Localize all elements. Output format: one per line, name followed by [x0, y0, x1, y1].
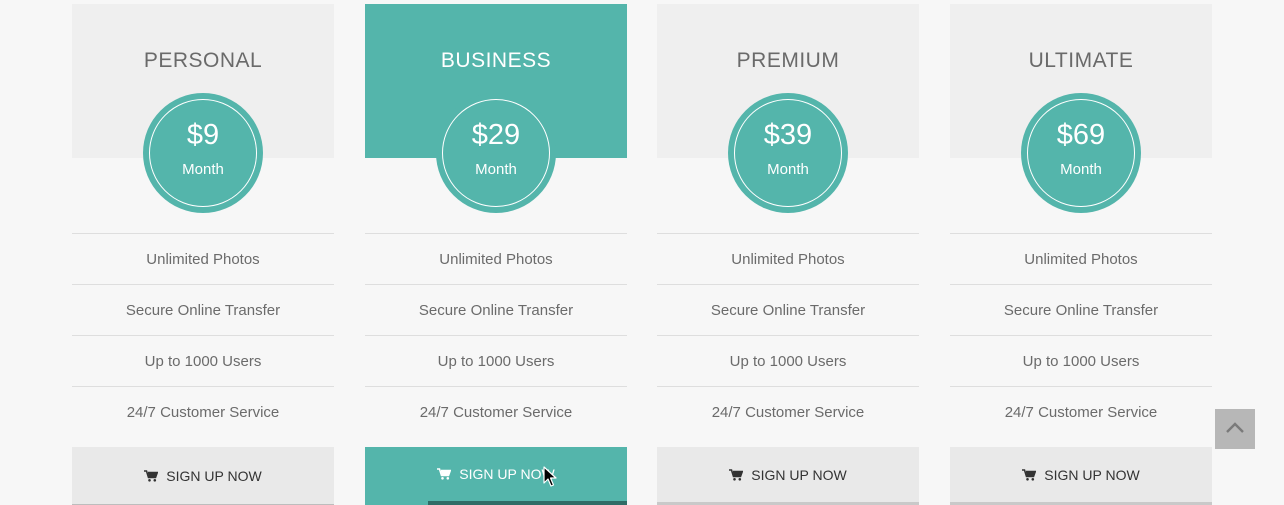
price-period: Month: [1060, 161, 1102, 178]
sign-up-button-business[interactable]: SIGN UP NOW: [365, 447, 627, 505]
price-amount: $69: [1056, 119, 1106, 151]
feature-item: Unlimited Photos: [657, 233, 919, 284]
feature-item: 24/7 Customer Service: [72, 386, 334, 437]
plan-name: BUSINESS: [440, 49, 552, 72]
scroll-to-top-button[interactable]: [1215, 409, 1255, 449]
plan-card-personal: PERSONAL $9 Month Unlimited Photos Secur…: [72, 4, 334, 505]
price-amount: $9: [186, 119, 220, 151]
feature-item: Secure Online Transfer: [950, 284, 1212, 335]
sign-up-label: SIGN UP NOW: [1044, 466, 1140, 483]
price-badge-ring: [442, 99, 550, 207]
shopping-cart-icon: [1022, 468, 1037, 481]
sign-up-button-ultimate[interactable]: SIGN UP NOW: [950, 447, 1212, 505]
plan-name: PREMIUM: [736, 49, 840, 72]
sign-up-label: SIGN UP NOW: [166, 467, 262, 484]
price-badge: $69 Month: [1021, 93, 1141, 213]
plan-name: ULTIMATE: [1028, 49, 1134, 72]
feature-item: Unlimited Photos: [365, 233, 627, 284]
price-badge-ring: [734, 99, 842, 207]
feature-item: Up to 1000 Users: [365, 335, 627, 386]
plan-name: PERSONAL: [143, 49, 263, 72]
plan-card-ultimate: ULTIMATE $69 Month Unlimited Photos Secu…: [950, 4, 1212, 505]
feature-list: Unlimited Photos Secure Online Transfer …: [950, 233, 1212, 437]
price-badge-ring: [149, 99, 257, 207]
feature-item: Secure Online Transfer: [72, 284, 334, 335]
plan-card-business: BUSINESS $29 Month Unlimited Photos Secu…: [365, 4, 627, 505]
feature-item: 24/7 Customer Service: [657, 386, 919, 437]
feature-list: Unlimited Photos Secure Online Transfer …: [657, 233, 919, 437]
feature-item: Unlimited Photos: [950, 233, 1212, 284]
feature-list: Unlimited Photos Secure Online Transfer …: [365, 233, 627, 437]
price-badge: $39 Month: [728, 93, 848, 213]
price-period: Month: [767, 161, 809, 178]
shopping-cart-icon: [144, 469, 159, 482]
price-badge: $9 Month: [143, 93, 263, 213]
hover-underline: [428, 501, 627, 505]
pricing-table: PERSONAL $9 Month Unlimited Photos Secur…: [0, 0, 1284, 505]
price-period: Month: [475, 161, 517, 178]
price-amount: $29: [471, 119, 521, 151]
feature-item: Up to 1000 Users: [657, 335, 919, 386]
price-amount: $39: [763, 119, 813, 151]
shopping-cart-icon: [729, 468, 744, 481]
price-period: Month: [182, 161, 224, 178]
chevron-up-icon: [1225, 421, 1245, 437]
sign-up-button-premium[interactable]: SIGN UP NOW: [657, 447, 919, 505]
feature-item: Secure Online Transfer: [365, 284, 627, 335]
feature-item: Up to 1000 Users: [72, 335, 334, 386]
price-badge: $29 Month: [436, 93, 556, 213]
feature-list: Unlimited Photos Secure Online Transfer …: [72, 233, 334, 437]
price-badge-ring: [1027, 99, 1135, 207]
sign-up-label: SIGN UP NOW: [459, 466, 555, 482]
sign-up-button-personal[interactable]: SIGN UP NOW: [72, 447, 334, 505]
feature-item: 24/7 Customer Service: [950, 386, 1212, 437]
plan-card-premium: PREMIUM $39 Month Unlimited Photos Secur…: [657, 4, 919, 505]
feature-item: Unlimited Photos: [72, 233, 334, 284]
sign-up-label: SIGN UP NOW: [751, 466, 847, 483]
feature-item: 24/7 Customer Service: [365, 386, 627, 437]
feature-item: Up to 1000 Users: [950, 335, 1212, 386]
feature-item: Secure Online Transfer: [657, 284, 919, 335]
shopping-cart-icon: [437, 468, 452, 480]
